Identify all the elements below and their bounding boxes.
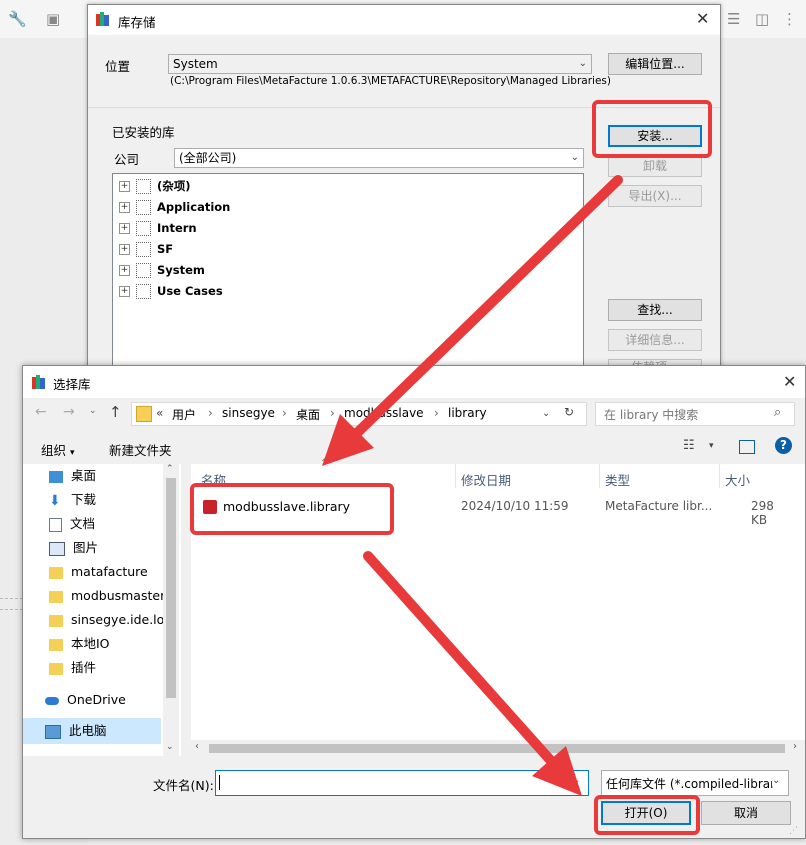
arrow-file-to-open [363, 551, 582, 796]
annotation-arrows [322, 175, 623, 796]
arrow-install-to-file [322, 175, 623, 466]
